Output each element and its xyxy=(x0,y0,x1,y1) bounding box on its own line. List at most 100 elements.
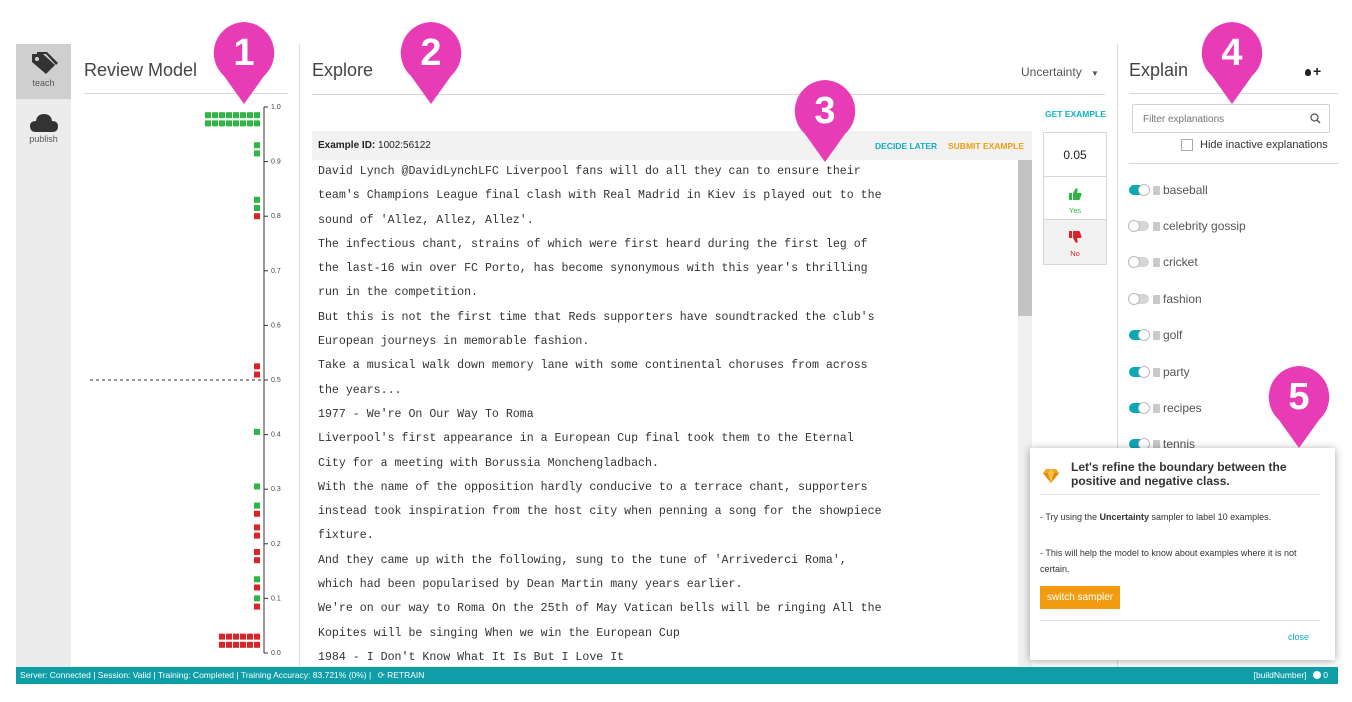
positive-example-marker[interactable] xyxy=(212,112,218,119)
explain-title: Explain xyxy=(1129,60,1189,80)
positive-example-marker[interactable] xyxy=(254,595,260,602)
explanation-toggle[interactable] xyxy=(1129,366,1150,378)
positive-example-marker[interactable] xyxy=(254,205,260,212)
nav-teach[interactable]: teach xyxy=(16,44,71,99)
retrain-button[interactable]: ⟳ RETRAIN xyxy=(378,670,425,680)
positive-example-marker[interactable] xyxy=(233,120,239,127)
negative-example-marker[interactable] xyxy=(226,641,232,648)
negative-example-marker[interactable] xyxy=(254,557,260,564)
positive-example-marker[interactable] xyxy=(254,120,260,127)
explanation-label: celebrity gossip xyxy=(1163,219,1246,233)
tick-label: 0.9 xyxy=(271,159,281,166)
document-icon xyxy=(1153,330,1160,340)
negative-example-marker[interactable] xyxy=(247,633,253,640)
status-right: [buildNumber] 0 xyxy=(1254,667,1328,684)
negative-example-marker[interactable] xyxy=(254,213,260,220)
positive-example-marker[interactable] xyxy=(254,142,260,149)
explanation-toggle[interactable] xyxy=(1129,402,1150,414)
positive-example-marker[interactable] xyxy=(233,112,239,119)
negative-example-marker[interactable] xyxy=(240,641,246,648)
popup-title: Let's refine the boundary between the po… xyxy=(1071,460,1287,488)
tick-label: 0.0 xyxy=(271,650,281,657)
negative-example-marker[interactable] xyxy=(226,633,232,640)
cloud-icon xyxy=(29,114,58,132)
negative-example-marker[interactable] xyxy=(247,641,253,648)
positive-example-marker[interactable] xyxy=(226,120,232,127)
no-button[interactable]: No xyxy=(1043,219,1107,265)
decide-later-button[interactable]: DECIDE LATER xyxy=(875,141,937,151)
negative-example-marker[interactable] xyxy=(254,584,260,591)
scrollbar-thumb[interactable] xyxy=(1018,160,1032,316)
example-text-line: City for a meeting with Borussia Monchen… xyxy=(318,456,659,470)
refresh-icon: ⟳ xyxy=(377,670,385,680)
example-text-line: Liverpool's first appearance in a Europe… xyxy=(318,432,854,446)
example-text-line: 1984 - I Don't Know What It Is But I Lov… xyxy=(318,650,625,664)
negative-example-marker[interactable] xyxy=(254,524,260,531)
add-explanation-button[interactable]: + xyxy=(1305,63,1321,79)
negative-example-marker[interactable] xyxy=(254,603,260,610)
negative-example-marker[interactable] xyxy=(254,532,260,539)
callout-pin-3: 3 xyxy=(792,78,858,166)
positive-example-marker[interactable] xyxy=(219,112,225,119)
negative-example-marker[interactable] xyxy=(233,633,239,640)
positive-example-marker[interactable] xyxy=(240,120,246,127)
positive-example-marker[interactable] xyxy=(226,112,232,119)
panel-divider-left xyxy=(299,44,300,667)
positive-example-marker[interactable] xyxy=(240,112,246,119)
sampler-select[interactable]: Uncertainty ▼ xyxy=(1021,65,1099,79)
negative-example-marker[interactable] xyxy=(240,633,246,640)
callout-number: 2 xyxy=(420,32,441,74)
explanation-toggle[interactable] xyxy=(1128,256,1149,268)
document-icon xyxy=(1153,185,1160,195)
positive-example-marker[interactable] xyxy=(247,120,253,127)
negative-example-marker[interactable] xyxy=(254,548,260,555)
popup-close-button[interactable]: close xyxy=(1288,632,1309,642)
positive-example-marker[interactable] xyxy=(247,112,253,119)
explanation-toggle[interactable] xyxy=(1129,184,1150,196)
negative-example-marker[interactable] xyxy=(254,641,260,648)
example-text-line: But this is not the first time that Reds… xyxy=(318,310,875,324)
hide-inactive-checkbox[interactable] xyxy=(1181,139,1193,151)
positive-example-marker[interactable] xyxy=(254,483,260,490)
positive-example-marker[interactable] xyxy=(254,196,260,203)
negative-example-marker[interactable] xyxy=(219,641,225,648)
explanation-toggle[interactable] xyxy=(1128,293,1149,305)
positive-example-marker[interactable] xyxy=(205,120,211,127)
example-text-line: run in the competition. xyxy=(318,286,479,300)
positive-example-marker[interactable] xyxy=(212,120,218,127)
explanation-toggle[interactable] xyxy=(1129,329,1150,341)
positive-example-marker[interactable] xyxy=(254,428,260,435)
positive-example-marker[interactable] xyxy=(254,502,260,509)
lightbulb-icon xyxy=(1305,68,1311,76)
popup-tip-2: - This will help the model to know about… xyxy=(1040,548,1297,574)
negative-example-marker[interactable] xyxy=(254,633,260,640)
example-text: David Lynch @DavidLynchLFC Liverpool fan… xyxy=(312,160,1018,667)
example-id-label: Example ID: xyxy=(318,140,376,151)
popup-tip-1-post: sampler to label 10 examples. xyxy=(1149,512,1272,522)
search-icon[interactable] xyxy=(1310,113,1321,124)
get-example-button[interactable]: GET EXAMPLE xyxy=(1045,109,1106,119)
negative-example-marker[interactable] xyxy=(254,371,260,378)
filter-input[interactable] xyxy=(1141,110,1305,128)
example-text-line: 1977 - We're On Our Way To Roma xyxy=(318,407,534,421)
submit-example-button[interactable]: SUBMIT EXAMPLE xyxy=(948,141,1024,151)
example-header: Example ID: 1002:56122 DECIDE LATER SUBM… xyxy=(312,131,1032,160)
positive-example-marker[interactable] xyxy=(205,112,211,119)
negative-example-marker[interactable] xyxy=(233,641,239,648)
explanation-toggle[interactable] xyxy=(1128,220,1149,232)
nav-publish-label: publish xyxy=(29,134,58,144)
negative-example-marker[interactable] xyxy=(254,510,260,517)
positive-example-marker[interactable] xyxy=(254,576,260,583)
example-text-line: team's Champions League final clash with… xyxy=(318,189,882,203)
positive-example-marker[interactable] xyxy=(254,112,260,119)
nav-publish[interactable]: publish xyxy=(16,106,71,154)
tick-label: 0.8 xyxy=(271,213,281,220)
switch-sampler-button[interactable]: switch sampler xyxy=(1040,586,1121,609)
example-text-line: European journeys in memorable fashion. xyxy=(318,335,590,349)
yes-button[interactable]: Yes xyxy=(1043,176,1107,221)
negative-example-marker[interactable] xyxy=(219,633,225,640)
positive-example-marker[interactable] xyxy=(254,150,260,157)
negative-example-marker[interactable] xyxy=(254,363,260,370)
positive-example-marker[interactable] xyxy=(219,120,225,127)
tick-label: 0.5 xyxy=(271,377,281,384)
